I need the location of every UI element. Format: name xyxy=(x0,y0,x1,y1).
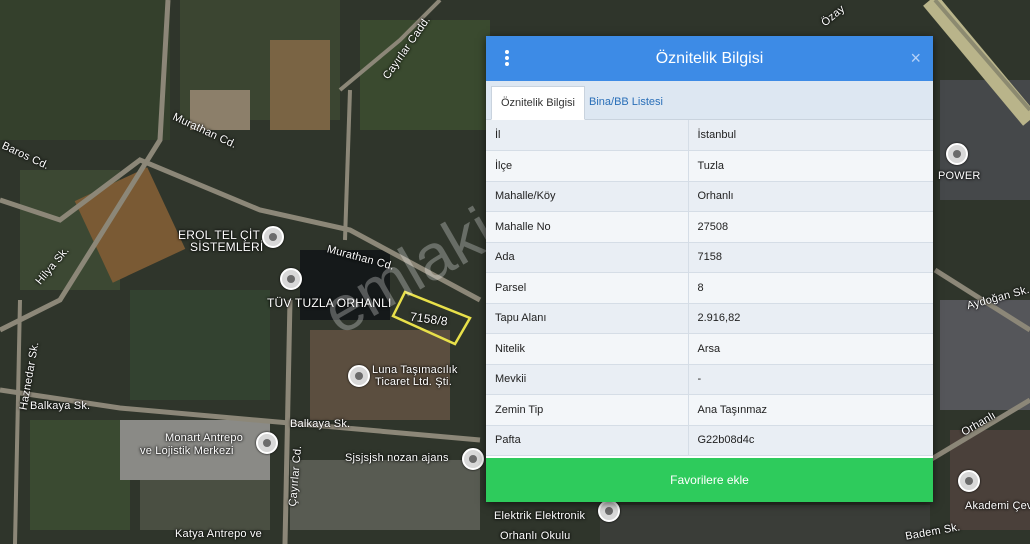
panel-title: Öznitelik Bilgisi xyxy=(655,50,764,67)
row-key: Parsel xyxy=(486,272,689,304)
poi-label-power: POWER xyxy=(938,170,981,182)
row-value: 7158 xyxy=(688,242,933,273)
row-value: 8 xyxy=(688,272,933,304)
add-favorite-button[interactable]: Favorilere ekle xyxy=(486,458,933,502)
table-row: İlçe Tuzla xyxy=(486,150,933,182)
row-key: Pafta xyxy=(486,425,689,456)
table-row: Nitelik Arsa xyxy=(486,333,933,365)
tab-bar: Öznitelik Bilgisi Bina/BB Listesi xyxy=(486,81,933,120)
row-value: İstanbul xyxy=(688,120,933,151)
close-icon[interactable]: × xyxy=(910,48,921,68)
street-label: Balkaya Sk. xyxy=(290,418,351,430)
row-value: Ana Taşınmaz xyxy=(688,394,933,426)
table-row: Tapu Alanı 2.916,82 xyxy=(486,303,933,334)
row-key: Mahalle No xyxy=(486,211,689,243)
poi-label-luna-2: Ticaret Ltd. Şti. xyxy=(375,376,452,388)
poi-pin-icon[interactable] xyxy=(598,500,620,522)
street-label: Balkaya Sk. xyxy=(30,400,91,412)
row-key: Ada xyxy=(486,242,689,273)
poi-label-sjsj: Sjsjsjsh nozan ajans xyxy=(345,452,449,464)
poi-label-erol-2: SİSTEMLERİ xyxy=(190,240,264,254)
table-row: Mevkii - xyxy=(486,364,933,395)
poi-label-luna: Luna Taşımacılık xyxy=(372,364,458,376)
row-value: G22b08d4c xyxy=(688,425,933,456)
poi-pin-icon[interactable] xyxy=(262,226,284,248)
attribute-panel: Öznitelik Bilgisi × Öznitelik Bilgisi Bi… xyxy=(486,36,933,502)
row-key: İlçe xyxy=(486,150,689,182)
row-value: Tuzla xyxy=(688,150,933,182)
poi-pin-icon[interactable] xyxy=(462,448,484,470)
poi-label-elektrik: Elektrik Elektronik xyxy=(494,510,586,522)
row-value: 27508 xyxy=(688,211,933,243)
row-key: Mevkii xyxy=(486,364,689,395)
panel-header: Öznitelik Bilgisi × xyxy=(486,36,933,81)
table-row: Pafta G22b08d4c xyxy=(486,425,933,456)
table-row: Mahalle No 27508 xyxy=(486,211,933,243)
row-key: Mahalle/Köy xyxy=(486,181,689,212)
table-row: Zemin Tip Ana Taşınmaz xyxy=(486,394,933,426)
poi-pin-icon[interactable] xyxy=(946,143,968,165)
row-value: Arsa xyxy=(688,333,933,365)
row-value: 2.916,82 xyxy=(688,303,933,334)
poi-label-orhanli: Orhanlı Okulu xyxy=(500,530,571,542)
row-key: Nitelik xyxy=(486,333,689,365)
row-key: Tapu Alanı xyxy=(486,303,689,334)
row-value: - xyxy=(688,364,933,395)
table-row: İl İstanbul xyxy=(486,120,933,151)
tab-building-list[interactable]: Bina/BB Listesi xyxy=(580,86,672,119)
poi-label-akademi: Akademi Çevre xyxy=(965,500,1030,512)
attribute-table: İl İstanbul İlçe Tuzla Mahalle/Köy Orhanlı … xyxy=(486,120,933,456)
table-row: Ada 7158 xyxy=(486,242,933,273)
row-value: Orhanlı xyxy=(688,181,933,212)
poi-pin-icon[interactable] xyxy=(348,365,370,387)
row-key: Zemin Tip xyxy=(486,394,689,426)
poi-pin-icon[interactable] xyxy=(280,268,302,290)
tab-attributes[interactable]: Öznitelik Bilgisi xyxy=(491,86,585,120)
poi-pin-icon[interactable] xyxy=(256,432,278,454)
poi-label-monart-2: ve Lojistik Merkezi xyxy=(140,445,234,457)
poi-label-katya: Katya Antrepo ve xyxy=(175,528,262,540)
poi-pin-icon[interactable] xyxy=(958,470,980,492)
row-key: İl xyxy=(486,120,689,151)
table-row: Mahalle/Köy Orhanlı xyxy=(486,181,933,212)
table-row: Parsel 8 xyxy=(486,272,933,304)
poi-label-monart: Monart Antrepo xyxy=(165,432,244,444)
